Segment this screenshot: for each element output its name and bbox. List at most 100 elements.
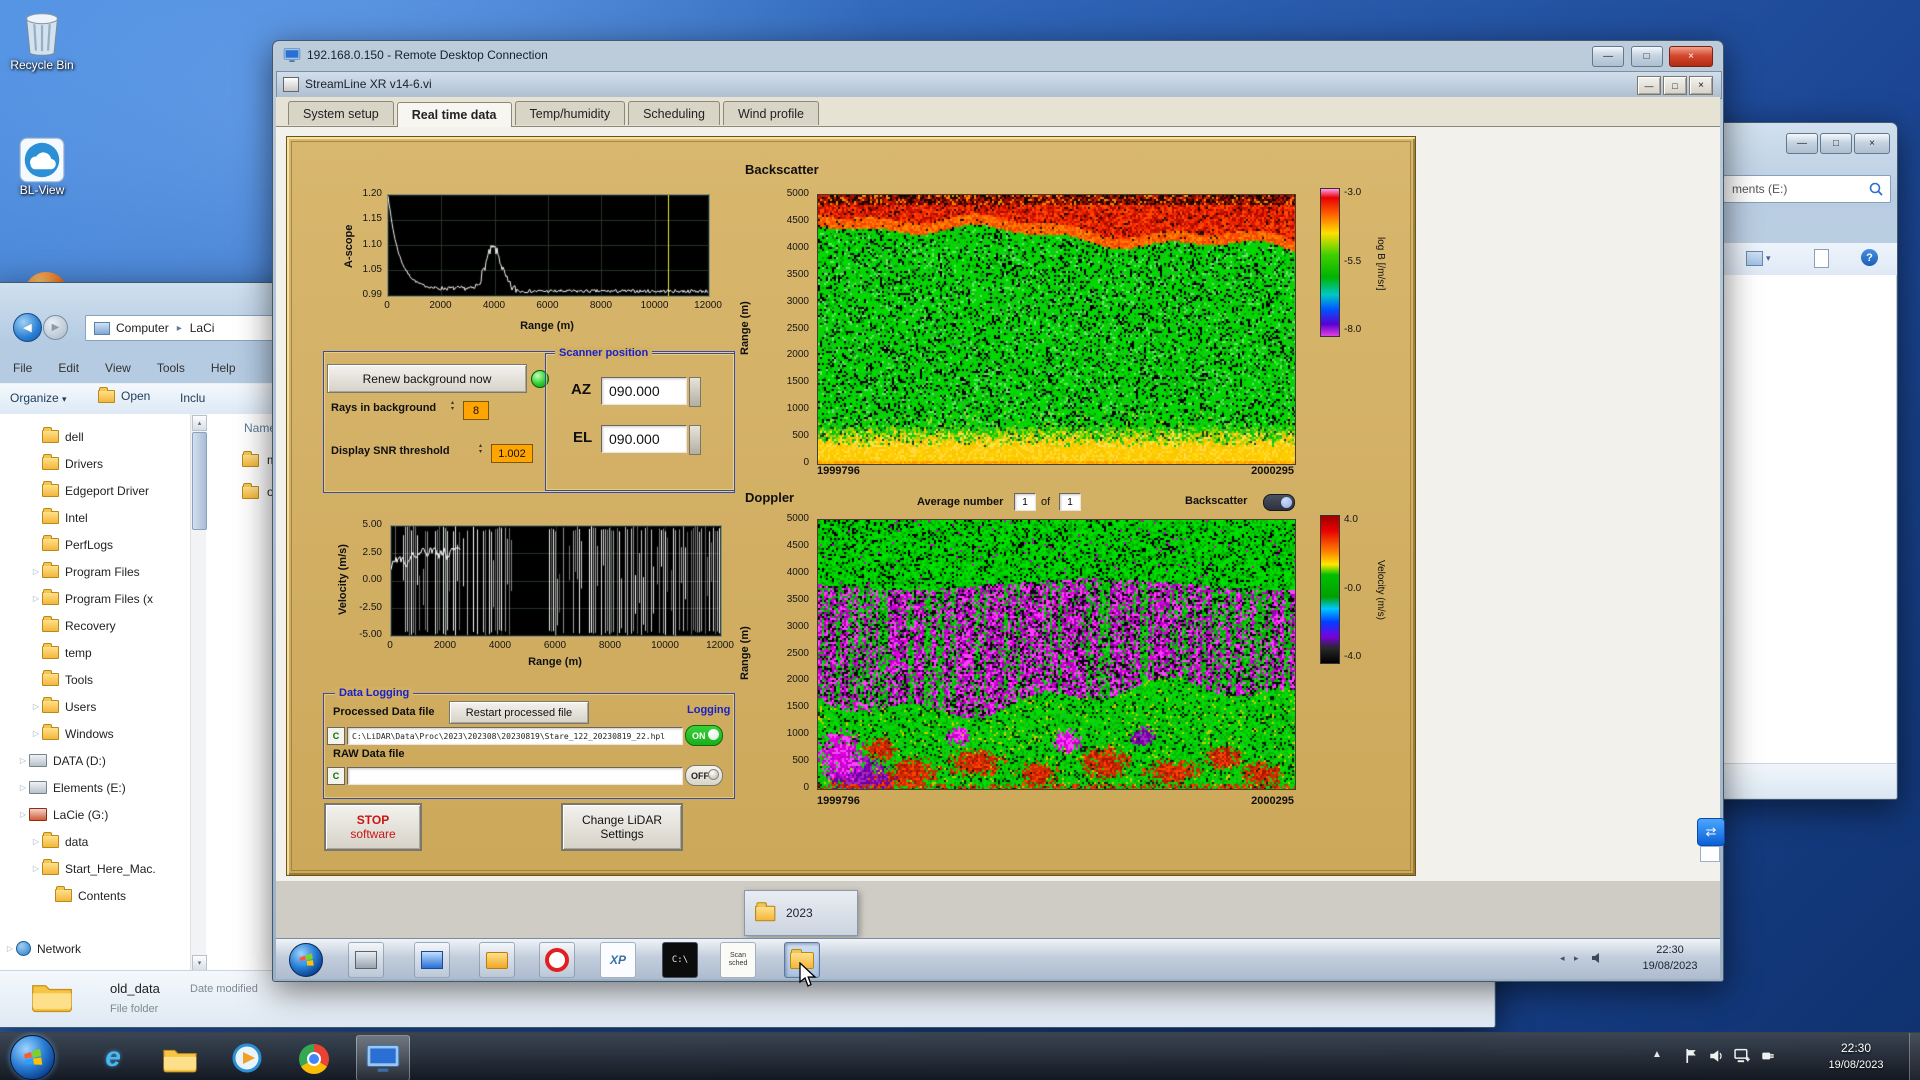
- remote-monitor-icon[interactable]: [414, 942, 450, 978]
- tree-item-users[interactable]: ▷ Users: [0, 693, 190, 720]
- scrollbar-thumb[interactable]: [192, 432, 207, 530]
- recycle-bin-desktop-icon[interactable]: Recycle Bin: [4, 8, 80, 72]
- breadcrumb-lacie[interactable]: LaCi: [190, 321, 215, 335]
- minimize-button[interactable]: —: [1786, 133, 1818, 154]
- menu-help[interactable]: Help: [211, 361, 236, 379]
- remote-stop-icon[interactable]: [539, 942, 575, 978]
- rdp-titlebar[interactable]: 192.168.0.150 - Remote Desktop Connectio…: [273, 41, 1723, 71]
- processed-logging-toggle[interactable]: ON: [685, 725, 723, 746]
- tree-item-edgeport-driver[interactable]: Edgeport Driver: [0, 477, 190, 504]
- tree-item-drivers[interactable]: Drivers: [0, 450, 190, 477]
- tree-item-data[interactable]: ▷ data: [0, 828, 190, 855]
- organize-button[interactable]: Organize ▾: [10, 391, 67, 405]
- tree-item-recovery[interactable]: Recovery: [0, 612, 190, 639]
- help-button[interactable]: ?: [1861, 249, 1878, 266]
- tab-real-time-data[interactable]: Real time data: [396, 102, 512, 127]
- remote-volume-icon[interactable]: [1590, 951, 1604, 970]
- expand-arrow-icon[interactable]: ▷: [17, 783, 29, 792]
- ie-taskbar-icon[interactable]: e: [90, 1037, 136, 1077]
- tab-system-setup[interactable]: System setup: [288, 101, 394, 125]
- volume-icon[interactable]: [1708, 1048, 1724, 1069]
- tree-item-program-files[interactable]: ▷ Program Files: [0, 558, 190, 585]
- processed-drive-icon[interactable]: C: [327, 727, 345, 745]
- tree-item-network[interactable]: ▷ Network: [0, 935, 190, 962]
- backscatter-toggle[interactable]: [1263, 494, 1295, 511]
- menu-file[interactable]: File: [13, 361, 32, 379]
- forward-button[interactable]: ▶: [43, 315, 68, 340]
- close-button[interactable]: ×: [1854, 133, 1890, 154]
- rdp-maximize-button[interactable]: □: [1630, 46, 1663, 67]
- menu-edit[interactable]: Edit: [58, 361, 79, 379]
- maximize-button[interactable]: □: [1820, 133, 1852, 154]
- preview-pane-icon[interactable]: [1814, 249, 1829, 268]
- tree-scrollbar[interactable]: ▴ ▾: [190, 414, 207, 971]
- rays-value-field[interactable]: 8: [463, 401, 489, 420]
- tray-right-arrow-icon[interactable]: ▸: [1574, 953, 1579, 964]
- tree-item-tools[interactable]: Tools: [0, 666, 190, 693]
- views-button[interactable]: ▾: [1746, 251, 1771, 266]
- expand-arrow-icon[interactable]: ▷: [30, 594, 42, 603]
- tree-item-dell[interactable]: dell: [0, 423, 190, 450]
- labview-titlebar[interactable]: StreamLine XR v14-6.vi — □ ×: [276, 71, 1722, 99]
- remote-start-button[interactable]: [289, 943, 323, 977]
- tree-item-windows[interactable]: ▷ Windows: [0, 720, 190, 747]
- remote-clock[interactable]: 22:30 19/08/2023: [1628, 943, 1712, 975]
- change-lidar-settings-button[interactable]: Change LiDAR Settings: [561, 803, 683, 851]
- tab-scheduling[interactable]: Scheduling: [628, 101, 720, 125]
- expand-arrow-icon[interactable]: ▷: [17, 810, 29, 819]
- el-field[interactable]: 090.000: [601, 425, 687, 453]
- tab-temp-humidity[interactable]: Temp/humidity: [514, 101, 626, 125]
- expand-arrow-icon[interactable]: ▷: [17, 756, 29, 765]
- average-count-field[interactable]: 1: [1059, 493, 1081, 511]
- raw-path-field[interactable]: [347, 767, 683, 785]
- search-icon[interactable]: [1868, 181, 1884, 202]
- labview-close-button[interactable]: ×: [1689, 76, 1713, 95]
- az-scroll-handle[interactable]: [689, 377, 701, 407]
- start-button[interactable]: [10, 1035, 55, 1080]
- remote-cmd-icon[interactable]: C:\: [662, 942, 698, 978]
- open-button[interactable]: Open: [98, 386, 150, 403]
- raw-logging-toggle[interactable]: OFF: [685, 765, 723, 786]
- expand-arrow-icon[interactable]: ▷: [30, 864, 42, 873]
- snr-value-field[interactable]: 1.002: [491, 444, 533, 463]
- remote-xp-icon[interactable]: XP: [600, 942, 636, 978]
- average-number-field[interactable]: 1: [1014, 493, 1036, 511]
- restart-processed-button[interactable]: Restart processed file: [449, 701, 589, 724]
- wmp-taskbar-icon[interactable]: [224, 1039, 270, 1077]
- scroll-up-button[interactable]: ▴: [192, 415, 207, 431]
- expand-arrow-icon[interactable]: ▷: [30, 729, 42, 738]
- breadcrumb-computer[interactable]: Computer: [116, 321, 169, 335]
- scroll-down-button[interactable]: ▾: [192, 955, 207, 971]
- rdp-taskbar-icon[interactable]: [356, 1035, 410, 1080]
- rdp-minimize-button[interactable]: —: [1592, 46, 1625, 67]
- labview-minimize-button[interactable]: —: [1637, 76, 1661, 95]
- folder-window-2023[interactable]: 2023: [744, 890, 858, 936]
- tab-wind-profile[interactable]: Wind profile: [722, 101, 819, 125]
- power-plug-icon[interactable]: [1760, 1048, 1776, 1069]
- tree-item-start-here-mac[interactable]: ▷ Start_Here_Mac.: [0, 855, 190, 882]
- el-scroll-handle[interactable]: [689, 425, 701, 455]
- search-input[interactable]: ments (E:): [1723, 175, 1891, 203]
- tree-item-perflogs[interactable]: PerfLogs: [0, 531, 190, 558]
- tree-item-temp[interactable]: temp: [0, 639, 190, 666]
- labview-restore-button[interactable]: □: [1663, 76, 1687, 95]
- expand-arrow-icon[interactable]: ▷: [4, 944, 16, 953]
- raw-drive-icon[interactable]: C: [327, 767, 345, 785]
- tree-item-lacie-g[interactable]: ▷ LaCie (G:): [0, 801, 190, 828]
- remote-app-icon[interactable]: [348, 942, 384, 978]
- menu-view[interactable]: View: [105, 361, 131, 379]
- menu-tools[interactable]: Tools: [157, 361, 185, 379]
- az-field[interactable]: 090.000: [601, 377, 687, 405]
- snr-spinner[interactable]: ▴ ▾: [479, 443, 482, 455]
- expand-arrow-icon[interactable]: ▷: [30, 567, 42, 576]
- tray-chevron-icon[interactable]: ▲: [1652, 1049, 1662, 1060]
- explorer-taskbar-icon[interactable]: [157, 1041, 203, 1077]
- remote-scan-sched-icon[interactable]: Scan sched: [720, 942, 756, 978]
- tree-item-contents[interactable]: Contents: [0, 882, 190, 909]
- show-desktop-button[interactable]: [1909, 1033, 1920, 1080]
- tree-item-data-d[interactable]: ▷ DATA (D:): [0, 747, 190, 774]
- rdp-close-button[interactable]: ×: [1669, 46, 1713, 67]
- processed-path-field[interactable]: C:\LiDAR\Data\Proc\2023\202308\20230819\…: [347, 727, 683, 745]
- tree-item-elements-e[interactable]: ▷ Elements (E:): [0, 774, 190, 801]
- action-center-flag-icon[interactable]: [1684, 1048, 1699, 1069]
